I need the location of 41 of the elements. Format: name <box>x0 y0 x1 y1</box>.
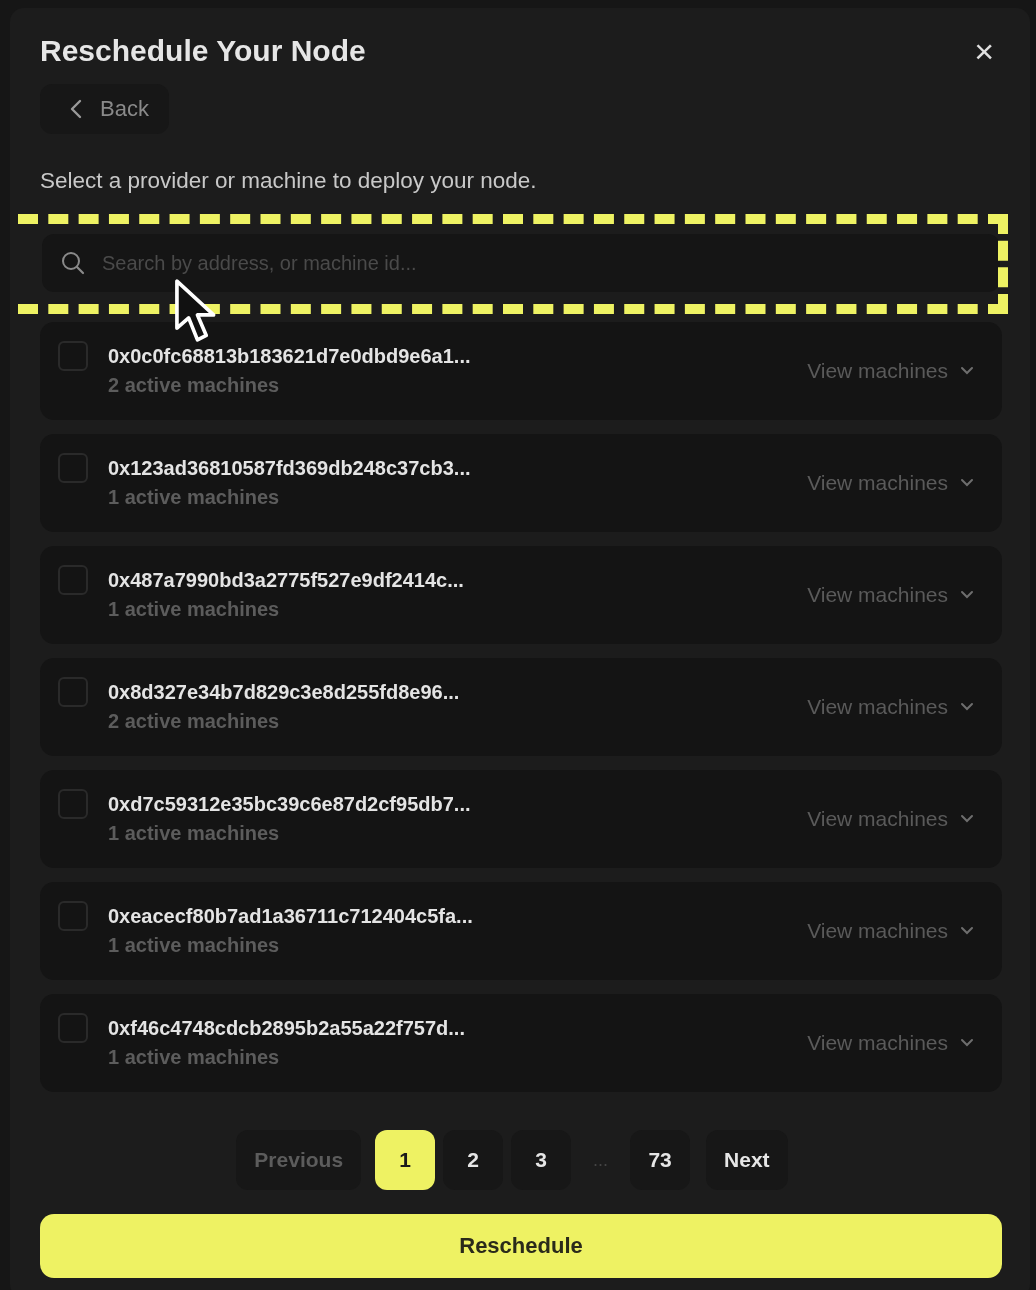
provider-address: 0x123ad36810587fd369db248c37cb3... <box>108 457 472 480</box>
machine-count: 2 active machines <box>108 710 281 733</box>
machine-count: 2 active machines <box>108 374 281 397</box>
chevron-left-icon <box>70 99 82 119</box>
chevron-down-icon <box>960 926 974 936</box>
provider-card[interactable]: 0xd7c59312e35bc39c6e87d2cf95db7... 1 active machines View machines <box>40 770 1002 868</box>
page-button[interactable]: 73 <box>630 1130 691 1190</box>
machine-count: 1 active machines <box>108 486 281 509</box>
provider-address: 0x0c0fc68813b183621d7e0dbd9e6a1... <box>108 345 472 368</box>
provider-card[interactable]: 0x487a7990bd3a2775f527e9df2414c... 1 active machines View machines <box>40 546 1002 644</box>
provider-card[interactable]: 0xeacecf80b7ad1a36711c712404c5fa... 1 active machines View machines <box>40 882 1002 980</box>
provider-address: 0xeacecf80b7ad1a36711c712404c5fa... <box>108 905 474 928</box>
provider-card[interactable]: 0x123ad36810587fd369db248c37cb3... 1 active machines View machines <box>40 434 1002 532</box>
page-button[interactable]: 2 <box>443 1130 504 1190</box>
machine-count: 1 active machines <box>108 598 281 621</box>
provider-address: 0xf46c4748cdcb2895b2a55a22f757d... <box>108 1017 466 1040</box>
provider-address: 0x487a7990bd3a2775f527e9df2414c... <box>108 569 465 592</box>
chevron-down-icon <box>960 478 974 488</box>
chevron-down-icon <box>960 366 974 376</box>
chevron-down-icon <box>960 1038 974 1048</box>
page-button[interactable]: 3 <box>511 1130 572 1190</box>
reschedule-button[interactable]: Reschedule <box>40 1214 1002 1278</box>
provider-address: 0xd7c59312e35bc39c6e87d2cf95db7... <box>108 793 472 816</box>
dialog-title: Reschedule Your Node <box>40 34 366 68</box>
provider-address: 0x8d327e34b7d829c3e8d255fd8e96... <box>108 681 461 704</box>
chevron-down-icon <box>960 590 974 600</box>
chevron-down-icon <box>960 814 974 824</box>
back-button[interactable]: Back <box>40 84 169 134</box>
provider-card[interactable]: 0xf46c4748cdcb2895b2a55a22f757d... 1 active machines View machines <box>40 994 1002 1092</box>
search-icon <box>60 250 86 276</box>
instruction-text: Select a provider or machine to deploy your node. <box>40 168 538 194</box>
machine-count: 1 active machines <box>108 1046 281 1069</box>
page-ellipsis: ... <box>592 1149 610 1171</box>
provider-card[interactable]: 0x0c0fc68813b183621d7e0dbd9e6a1... 2 active machines View machines <box>40 322 1002 420</box>
provider-card[interactable]: 0x8d327e34b7d829c3e8d255fd8e96... 2 active machines View machines <box>40 658 1002 756</box>
next-button[interactable]: Next <box>706 1130 788 1190</box>
machine-count: 1 active machines <box>108 822 281 845</box>
page-button[interactable]: 1 <box>375 1130 436 1190</box>
machine-count: 1 active machines <box>108 934 281 957</box>
chevron-down-icon <box>960 702 974 712</box>
close-button[interactable]: × <box>966 34 1002 68</box>
